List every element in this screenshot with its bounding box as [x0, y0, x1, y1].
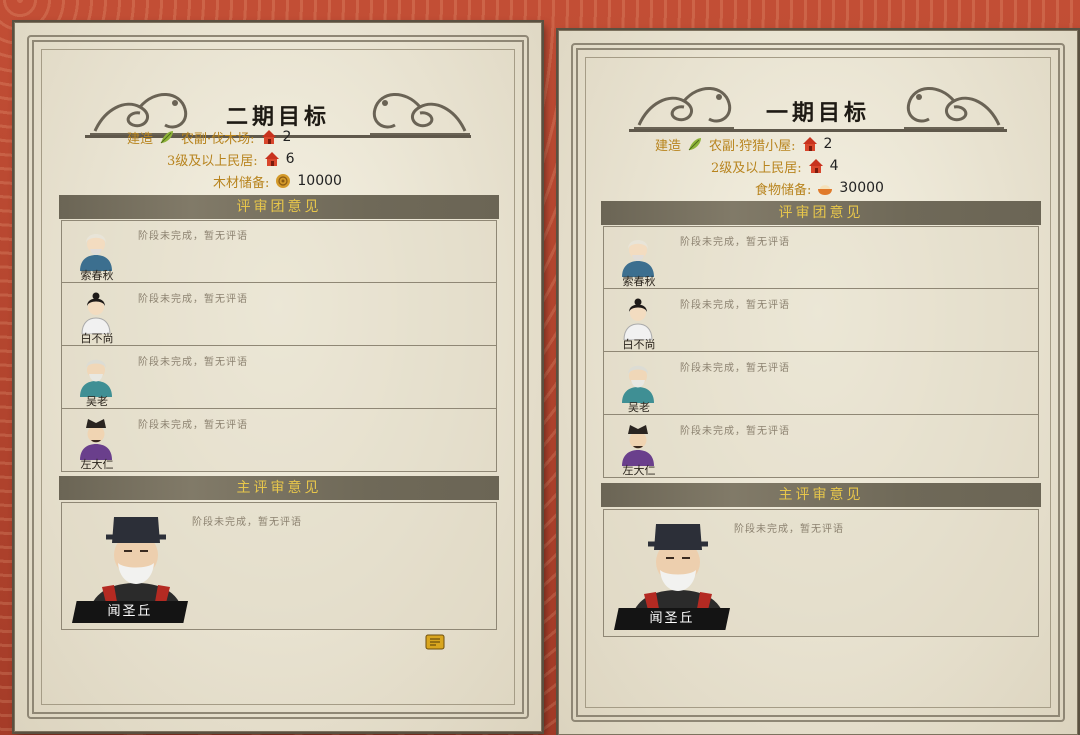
jury-row: 左大仁 阶段未完成，暂无评语: [604, 416, 1038, 478]
jury-section-header: 评审团意见: [59, 195, 499, 219]
goal-housing: 2级及以上民居: 4: [711, 158, 839, 176]
food-icon: [818, 185, 833, 195]
house-icon: [261, 130, 276, 144]
main-judge-comment: 阶段未完成，暂无评语: [192, 517, 302, 528]
main-judge-box: 闻圣丘 阶段未完成，暂无评语: [61, 502, 497, 630]
judge-avatar: [623, 298, 653, 340]
leaf-icon: [688, 138, 702, 151]
leaf-icon: [160, 131, 174, 144]
goal-build: 建造 农副·伐木场: 2: [127, 129, 292, 147]
dragon-ornament-icon: [370, 93, 470, 135]
jury-row: 白不尚 阶段未完成，暂无评语: [604, 290, 1038, 352]
jury-list: 索春秋 阶段未完成，暂无评语 白不尚 阶段未完成，暂无评语 吴老 阶段未完成，暂…: [603, 226, 1039, 478]
house-icon: [808, 159, 823, 173]
goal-housing: 3级及以上民居: 6: [167, 151, 295, 169]
main-judge-box: 闻圣丘 阶段未完成，暂无评语: [603, 509, 1039, 637]
main-judge-section-header: 主评审意见: [59, 476, 499, 500]
jury-row: 索春秋 阶段未完成，暂无评语: [604, 227, 1038, 289]
wood-icon: [276, 174, 291, 188]
judge-avatar: [622, 425, 654, 466]
judge-avatar: [80, 234, 112, 271]
jury-row: 吴老 阶段未完成，暂无评语: [62, 347, 496, 409]
scroll-badge-icon[interactable]: [425, 633, 445, 651]
goal-resource: 木材储备: 10000: [213, 173, 342, 191]
judge-avatar: [622, 365, 654, 403]
jury-row: 白不尚 阶段未完成，暂无评语: [62, 284, 496, 346]
jury-row: 索春秋 阶段未完成，暂无评语: [62, 221, 496, 283]
right-title-area: 一期目标: [559, 73, 1077, 137]
right-stage-panel: 一期目标 建造 农副·狩猎小屋: 2 2级及以上民居: 4 食物储备: 3000…: [558, 30, 1078, 735]
jury-section-header: 评审团意见: [601, 201, 1041, 225]
main-judge-name: 闻圣丘: [72, 601, 188, 623]
left-stage-panel: 二期目标 建造 农副·伐木场: 2 3级及以上民居: 6 木材储备: 10000…: [14, 22, 542, 732]
goal-build: 建造 农副·狩猎小屋: 2: [655, 136, 833, 154]
judge-avatar: [81, 292, 111, 334]
judge-avatar: [80, 359, 112, 397]
house-icon: [802, 137, 817, 151]
house-icon: [264, 152, 279, 166]
main-judge-name: 闻圣丘: [614, 608, 730, 630]
dragon-ornament-icon: [904, 87, 1004, 129]
judge-avatar: [80, 419, 112, 460]
goal-resource: 食物储备: 30000: [755, 180, 884, 198]
jury-row: 左大仁 阶段未完成，暂无评语: [62, 410, 496, 472]
judge-avatar: [622, 240, 654, 277]
jury-list: 索春秋 阶段未完成，暂无评语 白不尚 阶段未完成，暂无评语 吴老 阶段未完成，暂…: [61, 220, 497, 472]
main-judge-section-header: 主评审意见: [601, 483, 1041, 507]
main-judge-comment: 阶段未完成，暂无评语: [734, 524, 844, 535]
jury-row: 吴老 阶段未完成，暂无评语: [604, 353, 1038, 415]
